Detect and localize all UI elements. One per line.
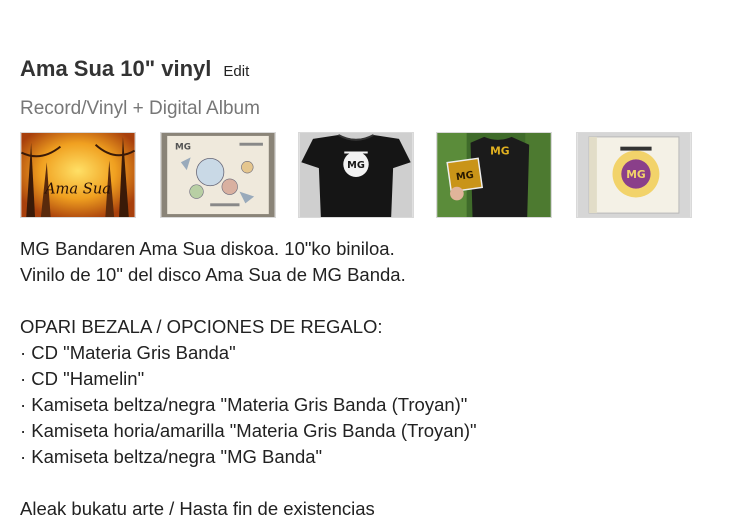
thumbnail-person-holding-cd[interactable]: MG MG	[436, 132, 552, 218]
svg-text:MG: MG	[175, 143, 191, 153]
title-row: Ama Sua 10" vinyl Edit	[20, 56, 720, 86]
product-format: Record/Vinyl + Digital Album	[20, 98, 260, 119]
svg-text:MG: MG	[347, 160, 365, 171]
description-line: · CD "Materia Gris Banda"	[20, 342, 236, 363]
product-card: Ama Sua 10" vinyl Edit Record/Vinyl + Di…	[20, 56, 720, 519]
svg-text:MG: MG	[626, 168, 646, 181]
thumbnail-cd-case[interactable]: MG	[576, 132, 692, 218]
description-line: · Kamiseta beltza/negra "MG Banda"	[20, 446, 323, 467]
description-line: · Kamiseta beltza/negra "Materia Gris Ba…	[20, 394, 468, 415]
illustrated-insert-image: MG	[161, 133, 275, 217]
thumbnail-gallery: Ama Sua MG MG MG MG MG	[20, 132, 720, 220]
person-photo-image: MG MG	[437, 133, 551, 217]
description-line: OPARI BEZALA / OPCIONES DE REGALO:	[20, 316, 383, 337]
svg-text:Ama Sua: Ama Sua	[43, 181, 111, 198]
description-line: MG Bandaren Ama Sua diskoa. 10"ko binilo…	[20, 238, 395, 259]
cd-case-image: MG	[577, 133, 691, 217]
thumbnail-vinyl-insert[interactable]: MG	[160, 132, 276, 218]
album-cover-image: Ama Sua	[21, 133, 135, 217]
product-description: MG Bandaren Ama Sua diskoa. 10"ko binilo…	[20, 236, 720, 522]
svg-text:MG: MG	[490, 144, 510, 157]
description-line: Vinilo de 10" del disco Ama Sua de MG Ba…	[20, 264, 406, 285]
description-line: Aleak bukatu arte / Hasta fin de existen…	[20, 498, 375, 519]
tshirt-image: MG	[299, 133, 413, 217]
description-line: · CD "Hamelin"	[20, 368, 145, 389]
description-line: · Kamiseta horia/amarilla "Materia Gris …	[20, 420, 477, 441]
edit-link[interactable]: Edit	[223, 63, 249, 80]
description-blank-line	[20, 288, 720, 314]
description-blank-line	[20, 470, 720, 496]
product-title: Ama Sua 10" vinyl	[20, 56, 212, 81]
thumbnail-album-cover[interactable]: Ama Sua	[20, 132, 136, 218]
thumbnail-black-tshirt[interactable]: MG	[298, 132, 414, 218]
